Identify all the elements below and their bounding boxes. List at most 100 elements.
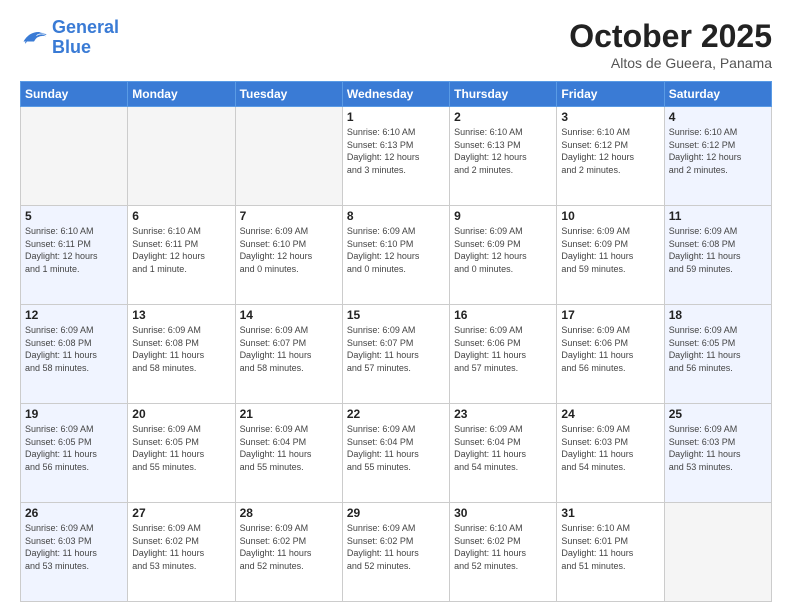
calendar-week-4: 26Sunrise: 6:09 AM Sunset: 6:03 PM Dayli…	[21, 503, 772, 602]
day-number: 29	[347, 506, 445, 520]
header-friday: Friday	[557, 82, 664, 107]
day-number: 22	[347, 407, 445, 421]
calendar-cell: 11 Sunrise: 6:09 AM Sunset: 6:08 PM Dayli…	[664, 206, 771, 305]
page: General Blue October 2025 Altos de Gueer…	[0, 0, 792, 612]
calendar-cell: 29Sunrise: 6:09 AM Sunset: 6:02 PM Dayli…	[342, 503, 449, 602]
day-info: Sunrise: 6:10 AM Sunset: 6:11 PM Dayligh…	[132, 225, 230, 275]
calendar-cell: 7 Sunrise: 6:09 AM Sunset: 6:10 PM Daylig…	[235, 206, 342, 305]
calendar-cell: 5Sunrise: 6:10 AM Sunset: 6:11 PM Daylig…	[21, 206, 128, 305]
day-info: Sunrise: 6:10 AM Sunset: 6:12 PM Dayligh…	[669, 126, 767, 176]
logo: General Blue	[20, 18, 119, 58]
day-info: Sunrise: 6:10 AM Sunset: 6:13 PM Dayligh…	[347, 126, 445, 176]
day-info: Sunrise: 6:09 AM Sunset: 6:09 PM Dayligh…	[561, 225, 659, 275]
day-info: Sunrise: 6:09 AM Sunset: 6:10 PM Dayligh…	[240, 225, 338, 275]
day-info: Sunrise: 6:09 AM Sunset: 6:08 PM Dayligh…	[669, 225, 767, 275]
header: General Blue October 2025 Altos de Gueer…	[20, 18, 772, 71]
logo-icon	[20, 24, 48, 52]
day-number: 30	[454, 506, 552, 520]
calendar-cell: 13 Sunrise: 6:09 AM Sunset: 6:08 PM Dayli…	[128, 305, 235, 404]
calendar-cell: 20 Sunrise: 6:09 AM Sunset: 6:05 PM Dayli…	[128, 404, 235, 503]
day-info: Sunrise: 6:09 AM Sunset: 6:05 PM Dayligh…	[669, 324, 767, 374]
day-info: Sunrise: 6:09 AM Sunset: 6:03 PM Dayligh…	[561, 423, 659, 473]
calendar-cell: 22 Sunrise: 6:09 AM Sunset: 6:04 PM Dayli…	[342, 404, 449, 503]
calendar-week-0: 1 Sunrise: 6:10 AM Sunset: 6:13 PM Daylig…	[21, 107, 772, 206]
day-info: Sunrise: 6:09 AM Sunset: 6:02 PM Dayligh…	[240, 522, 338, 572]
day-info: Sunrise: 6:09 AM Sunset: 6:02 PM Dayligh…	[132, 522, 230, 572]
calendar-cell: 26Sunrise: 6:09 AM Sunset: 6:03 PM Dayli…	[21, 503, 128, 602]
calendar-cell: 18 Sunrise: 6:09 AM Sunset: 6:05 PM Dayli…	[664, 305, 771, 404]
calendar-cell: 27 Sunrise: 6:09 AM Sunset: 6:02 PM Dayli…	[128, 503, 235, 602]
day-number: 11	[669, 209, 767, 223]
weekday-row: Sunday Monday Tuesday Wednesday Thursday…	[21, 82, 772, 107]
day-info: Sunrise: 6:09 AM Sunset: 6:10 PM Dayligh…	[347, 225, 445, 275]
calendar-cell	[128, 107, 235, 206]
calendar-week-3: 19Sunrise: 6:09 AM Sunset: 6:05 PM Dayli…	[21, 404, 772, 503]
day-number: 27	[132, 506, 230, 520]
day-number: 5	[25, 209, 123, 223]
calendar-cell: 14Sunrise: 6:09 AM Sunset: 6:07 PM Dayli…	[235, 305, 342, 404]
header-sunday: Sunday	[21, 82, 128, 107]
calendar-cell: 9Sunrise: 6:09 AM Sunset: 6:09 PM Daylig…	[450, 206, 557, 305]
day-number: 1	[347, 110, 445, 124]
day-info: Sunrise: 6:09 AM Sunset: 6:08 PM Dayligh…	[132, 324, 230, 374]
day-number: 20	[132, 407, 230, 421]
day-info: Sunrise: 6:09 AM Sunset: 6:07 PM Dayligh…	[347, 324, 445, 374]
day-info: Sunrise: 6:09 AM Sunset: 6:05 PM Dayligh…	[132, 423, 230, 473]
calendar-cell: 30 Sunrise: 6:10 AM Sunset: 6:02 PM Dayli…	[450, 503, 557, 602]
calendar-cell	[21, 107, 128, 206]
calendar-cell: 15 Sunrise: 6:09 AM Sunset: 6:07 PM Dayli…	[342, 305, 449, 404]
day-info: Sunrise: 6:09 AM Sunset: 6:04 PM Dayligh…	[240, 423, 338, 473]
calendar-cell	[235, 107, 342, 206]
day-number: 10	[561, 209, 659, 223]
day-info: Sunrise: 6:10 AM Sunset: 6:02 PM Dayligh…	[454, 522, 552, 572]
day-number: 6	[132, 209, 230, 223]
title-block: October 2025 Altos de Gueera, Panama	[569, 18, 772, 71]
day-number: 17	[561, 308, 659, 322]
calendar-cell: 3Sunrise: 6:10 AM Sunset: 6:12 PM Daylig…	[557, 107, 664, 206]
logo-text: General Blue	[52, 18, 119, 58]
day-info: Sunrise: 6:09 AM Sunset: 6:05 PM Dayligh…	[25, 423, 123, 473]
calendar-cell: 6 Sunrise: 6:10 AM Sunset: 6:11 PM Daylig…	[128, 206, 235, 305]
day-number: 28	[240, 506, 338, 520]
day-number: 13	[132, 308, 230, 322]
calendar-cell: 23 Sunrise: 6:09 AM Sunset: 6:04 PM Dayli…	[450, 404, 557, 503]
day-info: Sunrise: 6:09 AM Sunset: 6:06 PM Dayligh…	[561, 324, 659, 374]
calendar-cell: 25 Sunrise: 6:09 AM Sunset: 6:03 PM Dayli…	[664, 404, 771, 503]
day-info: Sunrise: 6:10 AM Sunset: 6:13 PM Dayligh…	[454, 126, 552, 176]
location: Altos de Gueera, Panama	[569, 55, 772, 71]
calendar-cell: 28 Sunrise: 6:09 AM Sunset: 6:02 PM Dayli…	[235, 503, 342, 602]
day-number: 9	[454, 209, 552, 223]
day-number: 2	[454, 110, 552, 124]
day-number: 23	[454, 407, 552, 421]
day-number: 15	[347, 308, 445, 322]
calendar-cell: 8 Sunrise: 6:09 AM Sunset: 6:10 PM Daylig…	[342, 206, 449, 305]
header-saturday: Saturday	[664, 82, 771, 107]
logo-line1: General	[52, 17, 119, 37]
calendar-week-2: 12 Sunrise: 6:09 AM Sunset: 6:08 PM Dayli…	[21, 305, 772, 404]
header-wednesday: Wednesday	[342, 82, 449, 107]
calendar-cell: 31Sunrise: 6:10 AM Sunset: 6:01 PM Dayli…	[557, 503, 664, 602]
logo-line2: Blue	[52, 37, 91, 57]
day-number: 21	[240, 407, 338, 421]
calendar-cell: 24 Sunrise: 6:09 AM Sunset: 6:03 PM Dayli…	[557, 404, 664, 503]
calendar-cell: 16Sunrise: 6:09 AM Sunset: 6:06 PM Dayli…	[450, 305, 557, 404]
calendar-cell: 21 Sunrise: 6:09 AM Sunset: 6:04 PM Dayli…	[235, 404, 342, 503]
header-thursday: Thursday	[450, 82, 557, 107]
day-info: Sunrise: 6:09 AM Sunset: 6:03 PM Dayligh…	[669, 423, 767, 473]
day-number: 12	[25, 308, 123, 322]
day-number: 18	[669, 308, 767, 322]
day-info: Sunrise: 6:09 AM Sunset: 6:04 PM Dayligh…	[454, 423, 552, 473]
day-number: 4	[669, 110, 767, 124]
calendar-cell	[664, 503, 771, 602]
day-number: 24	[561, 407, 659, 421]
day-info: Sunrise: 6:09 AM Sunset: 6:04 PM Dayligh…	[347, 423, 445, 473]
day-info: Sunrise: 6:09 AM Sunset: 6:07 PM Dayligh…	[240, 324, 338, 374]
calendar-cell: 10 Sunrise: 6:09 AM Sunset: 6:09 PM Dayli…	[557, 206, 664, 305]
header-tuesday: Tuesday	[235, 82, 342, 107]
day-number: 3	[561, 110, 659, 124]
day-number: 25	[669, 407, 767, 421]
calendar-table: Sunday Monday Tuesday Wednesday Thursday…	[20, 81, 772, 602]
day-number: 7	[240, 209, 338, 223]
day-number: 8	[347, 209, 445, 223]
day-number: 31	[561, 506, 659, 520]
